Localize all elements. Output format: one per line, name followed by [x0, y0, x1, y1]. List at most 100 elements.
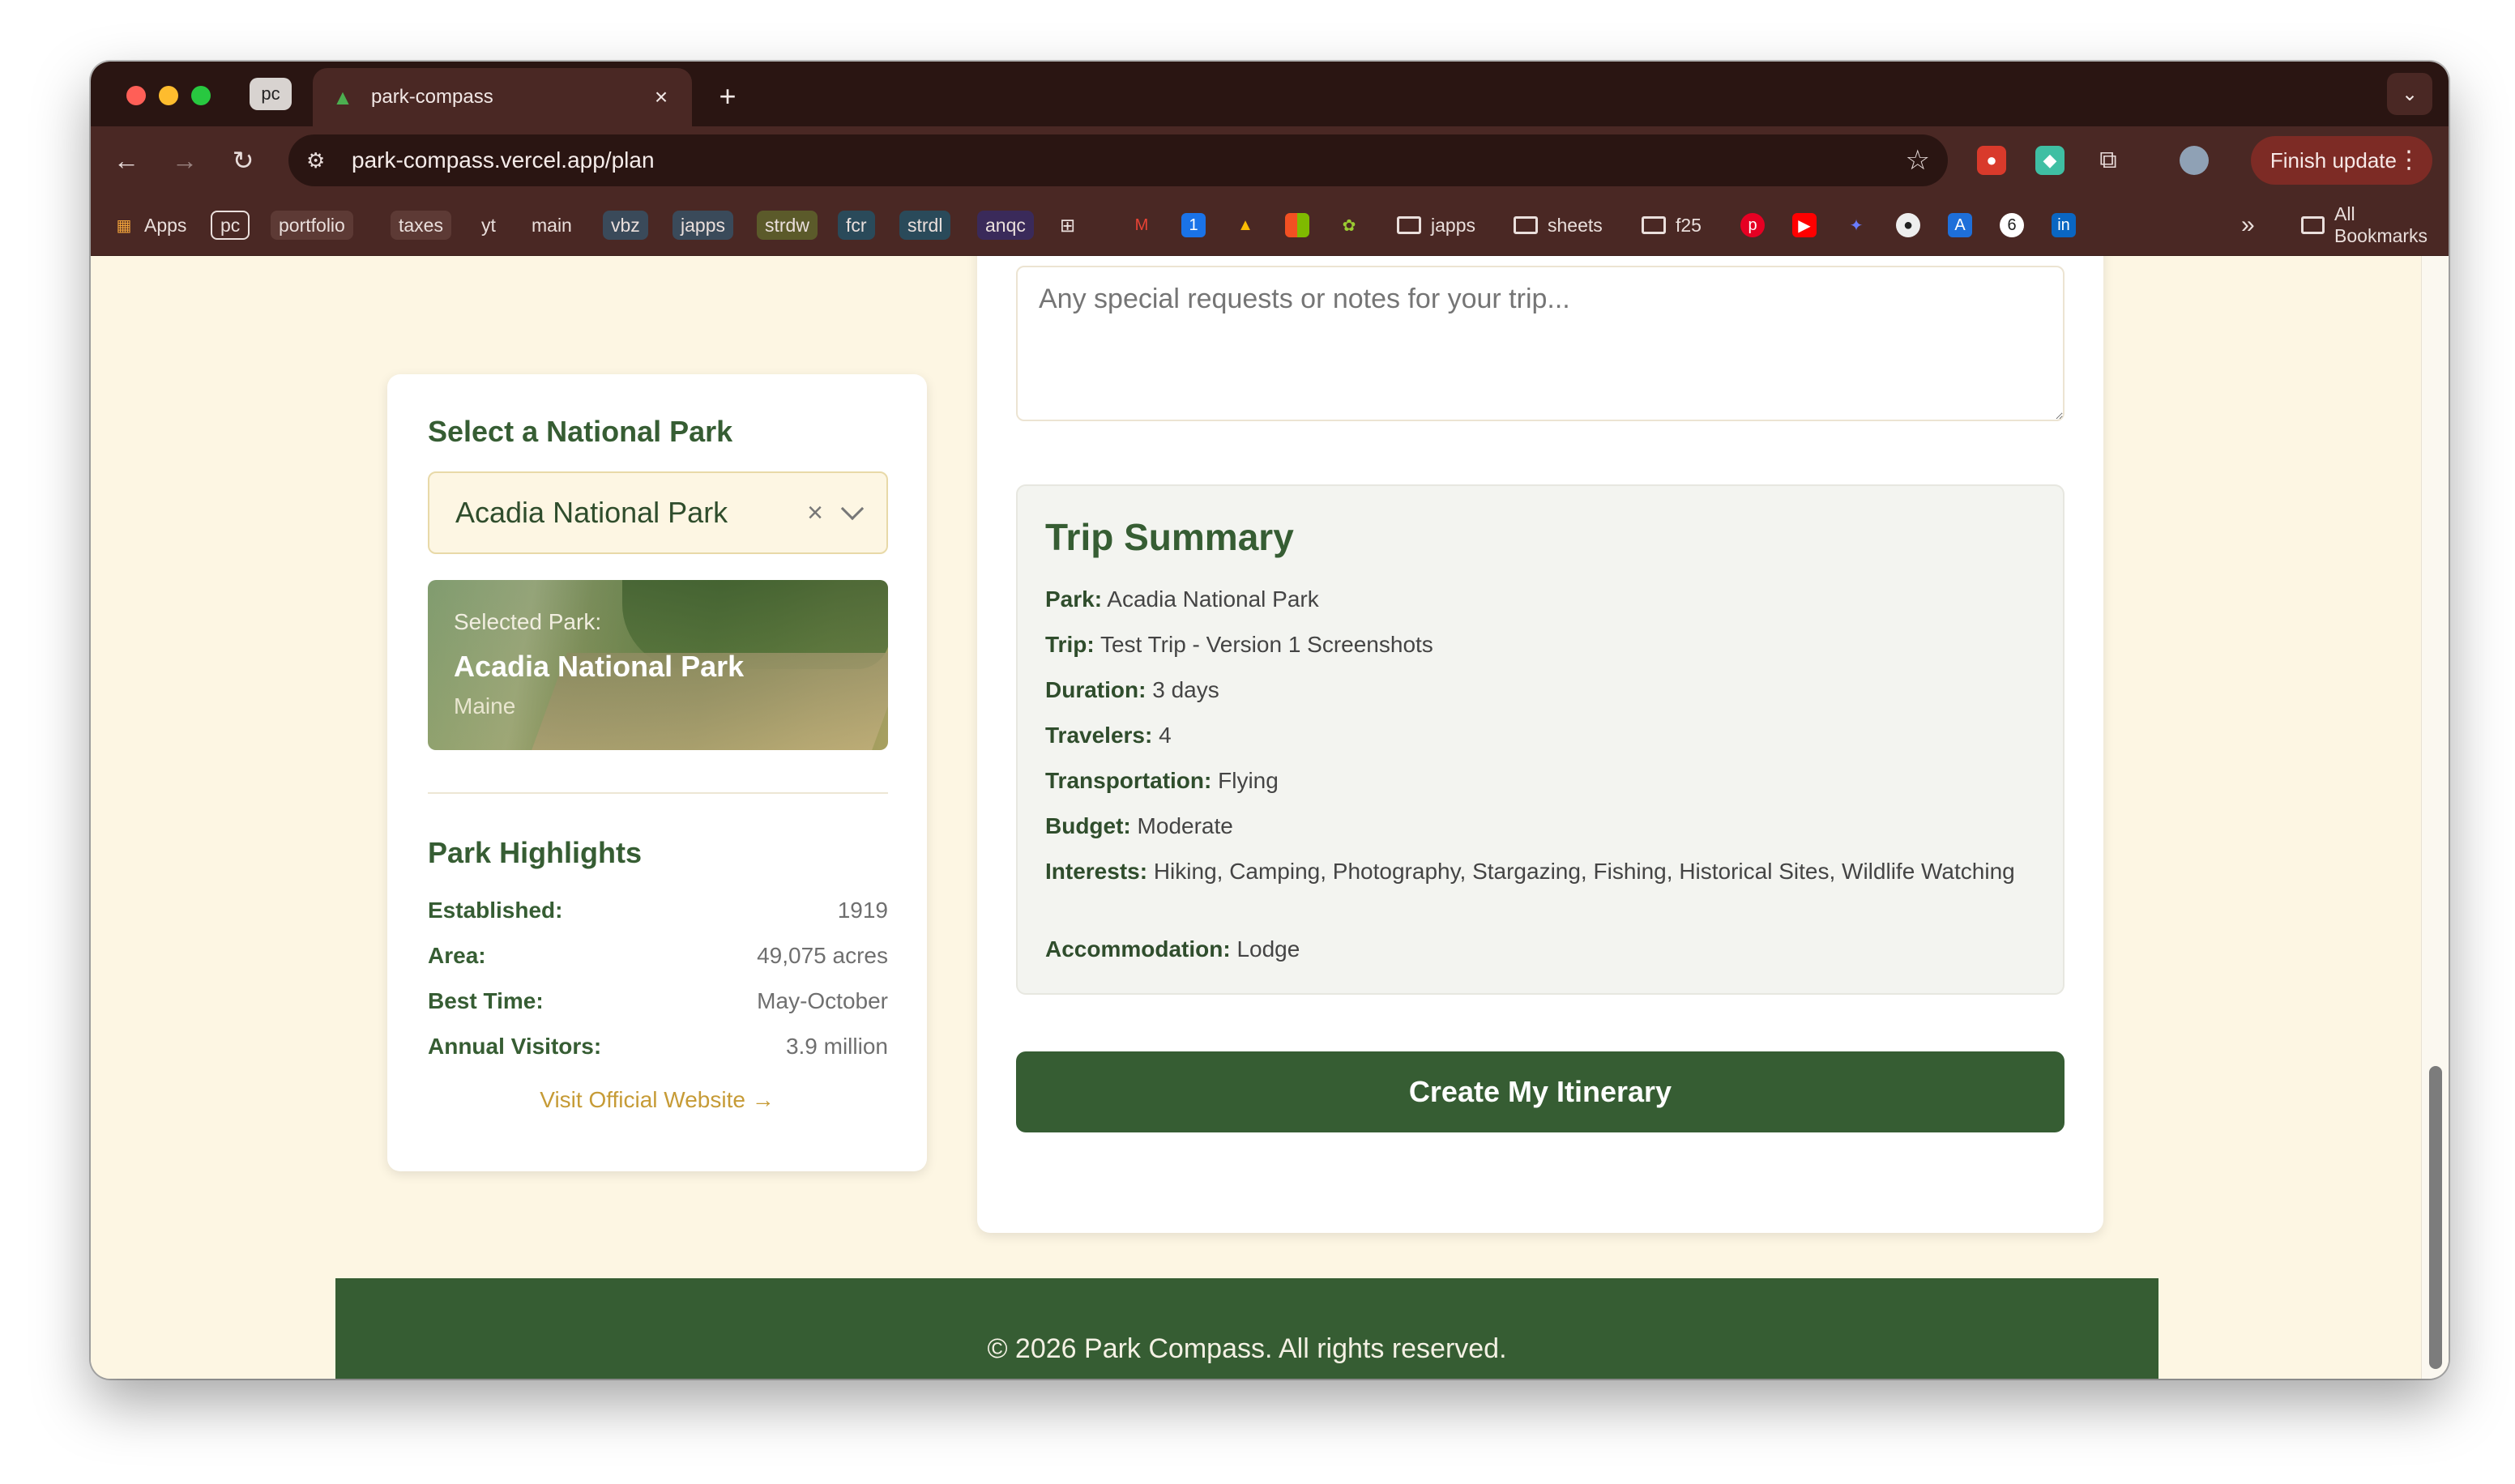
bookmark-apps[interactable]: ▦ Apps: [112, 211, 187, 240]
apps-grid-icon: ▦: [116, 216, 132, 235]
park-selection-card: Select a National Park Acadia National P…: [387, 374, 927, 1171]
bookmark-pc[interactable]: pc: [211, 211, 250, 240]
bookmark-vbz[interactable]: vbz: [603, 211, 648, 240]
more-vert-icon: ⋮: [2397, 147, 2421, 173]
extension-icon[interactable]: ●: [1977, 146, 2006, 175]
summary-line: Transportation: Flying: [1045, 768, 1279, 793]
grid-icon[interactable]: ⊞: [1060, 211, 1075, 240]
close-icon[interactable]: ×: [648, 84, 674, 110]
page-scrollbar[interactable]: [2421, 256, 2449, 1379]
bookmark-taxes[interactable]: taxes: [391, 211, 451, 240]
arrow-left-icon: ←: [113, 145, 139, 175]
linkedin-icon[interactable]: in: [2052, 211, 2076, 240]
tab-park-compass[interactable]: ▲ park-compass ×: [313, 68, 692, 126]
address-bar[interactable]: ⚙ park-compass.vercel.app/plan ☆: [288, 134, 1948, 186]
park-highlights-heading: Park Highlights: [428, 836, 643, 869]
page-footer: © 2026 Park Compass. All rights reserved…: [335, 1278, 2158, 1379]
bookmark-portfolio[interactable]: portfolio: [271, 211, 353, 240]
gmail-icon[interactable]: M: [1129, 211, 1154, 240]
url-text[interactable]: park-compass.vercel.app/plan: [352, 147, 1906, 173]
summary-line: Interests: Hiking, Camping, Photography,…: [1045, 859, 2015, 884]
clear-icon[interactable]: ×: [807, 497, 823, 529]
tree-icon: ▲: [332, 84, 353, 109]
selected-park-name: Acadia National Park: [454, 650, 745, 683]
create-itinerary-button[interactable]: Create My Itinerary: [1016, 1051, 2065, 1132]
summary-line: Budget: Moderate: [1045, 813, 1233, 838]
summary-line: Trip: Test Trip - Version 1 Screenshots: [1045, 632, 1433, 657]
bookmark-folder-japps[interactable]: japps: [1397, 211, 1475, 240]
pinned-tab[interactable]: pc: [250, 78, 292, 110]
highlight-row: Best Time: May-October: [428, 988, 888, 1013]
tab-search-button[interactable]: ⌄: [2387, 73, 2432, 115]
summary-line: Duration: 3 days: [1045, 677, 1219, 702]
forward-button[interactable]: →: [167, 143, 203, 178]
extension-icon[interactable]: 6: [2000, 211, 2024, 240]
arrow-right-icon: →: [172, 145, 198, 175]
reload-button[interactable]: ↻: [225, 143, 261, 178]
highlight-row: Established: 1919: [428, 898, 888, 923]
new-tab-button[interactable]: +: [711, 79, 744, 113]
bookmark-japps[interactable]: japps: [673, 211, 733, 240]
selected-park-label: Selected Park:: [454, 609, 602, 634]
minimize-window-button[interactable]: [159, 86, 178, 105]
github-icon[interactable]: ●: [1896, 211, 1920, 240]
site-info-icon[interactable]: ⚙: [306, 148, 335, 173]
all-bookmarks[interactable]: All Bookmarks: [2301, 203, 2449, 246]
youtube-icon[interactable]: ▶: [1792, 211, 1817, 240]
extension-icon[interactable]: ✦: [1844, 211, 1868, 240]
special-requests-textarea[interactable]: [1016, 266, 2065, 421]
park-select-value: Acadia National Park: [455, 496, 728, 529]
bookmark-star-icon[interactable]: ☆: [1906, 144, 1930, 177]
finish-update-button[interactable]: Finish update ⋮: [2250, 136, 2432, 185]
bookmark-folder-sheets[interactable]: sheets: [1514, 211, 1603, 240]
folder-icon: [1514, 216, 1538, 234]
browser-window: pc ▲ park-compass × + ⌄ ← → ↻ ⚙ park-com…: [91, 62, 2449, 1379]
select-park-heading: Select a National Park: [428, 415, 733, 448]
bookmark-strdl[interactable]: strdl: [899, 211, 951, 240]
reload-icon: ↻: [232, 146, 254, 175]
maximize-window-button[interactable]: [191, 86, 211, 105]
footer-copyright: © 2026 Park Compass. All rights reserved…: [987, 1333, 1507, 1364]
chevron-down-icon[interactable]: [840, 497, 865, 521]
tab-title: park-compass: [371, 86, 493, 108]
trip-summary: Trip Summary Park: Acadia National Park …: [1016, 484, 2065, 995]
summary-line: Accommodation: Lodge: [1045, 936, 1300, 962]
park-select-dropdown[interactable]: Acadia National Park ×: [428, 471, 888, 554]
drive-icon[interactable]: ▲: [1233, 211, 1258, 240]
trip-form-card: Trip Summary Park: Acadia National Park …: [977, 256, 2103, 1233]
more-bookmarks-icon[interactable]: »: [2241, 211, 2255, 240]
divider: [428, 792, 888, 794]
plant-icon[interactable]: ✿: [1337, 211, 1361, 240]
folder-icon: [1642, 216, 1666, 234]
avatar[interactable]: [2180, 146, 2209, 175]
extension-icon[interactable]: ◆: [2035, 146, 2065, 175]
folder-icon: [1397, 216, 1421, 234]
microsoft-icon[interactable]: [1285, 211, 1309, 240]
calendar-icon[interactable]: 1: [1181, 211, 1206, 240]
close-window-button[interactable]: [126, 86, 146, 105]
trip-summary-title: Trip Summary: [1045, 516, 1294, 558]
back-button[interactable]: ←: [109, 143, 144, 178]
pinterest-icon[interactable]: p: [1740, 211, 1765, 240]
puzzle-icon[interactable]: ⧉: [2094, 146, 2123, 175]
chevron-down-icon: ⌄: [2401, 83, 2419, 105]
highlight-row: Annual Visitors: 3.9 million: [428, 1034, 888, 1059]
visit-website-link[interactable]: Visit Official Website →: [387, 1087, 927, 1113]
scrollbar-thumb[interactable]: [2429, 1066, 2442, 1369]
bookmark-main[interactable]: main: [523, 211, 580, 240]
bookmarks-bar: ▦ Apps pc portfolio taxes yt main vbz ja…: [91, 194, 2449, 256]
summary-line: Travelers: 4: [1045, 723, 1172, 748]
folder-icon: [2301, 216, 2325, 234]
bookmark-folder-f25[interactable]: f25: [1642, 211, 1702, 240]
summary-line: Park: Acadia National Park: [1045, 586, 1319, 612]
bookmark-yt[interactable]: yt: [473, 211, 504, 240]
page-content: Select a National Park Acadia National P…: [91, 256, 2421, 1379]
extension-icon[interactable]: A: [1948, 211, 1972, 240]
finish-update-label: Finish update: [2269, 147, 2397, 173]
highlight-row: Area: 49,075 acres: [428, 943, 888, 968]
bookmark-strdw[interactable]: strdw: [757, 211, 818, 240]
bookmark-fcr[interactable]: fcr: [838, 211, 875, 240]
bookmark-anqc[interactable]: anqc: [977, 211, 1034, 240]
selected-park-state: Maine: [454, 693, 516, 719]
browser-toolbar: ← → ↻ ⚙ park-compass.vercel.app/plan ☆ ●…: [91, 126, 2449, 194]
